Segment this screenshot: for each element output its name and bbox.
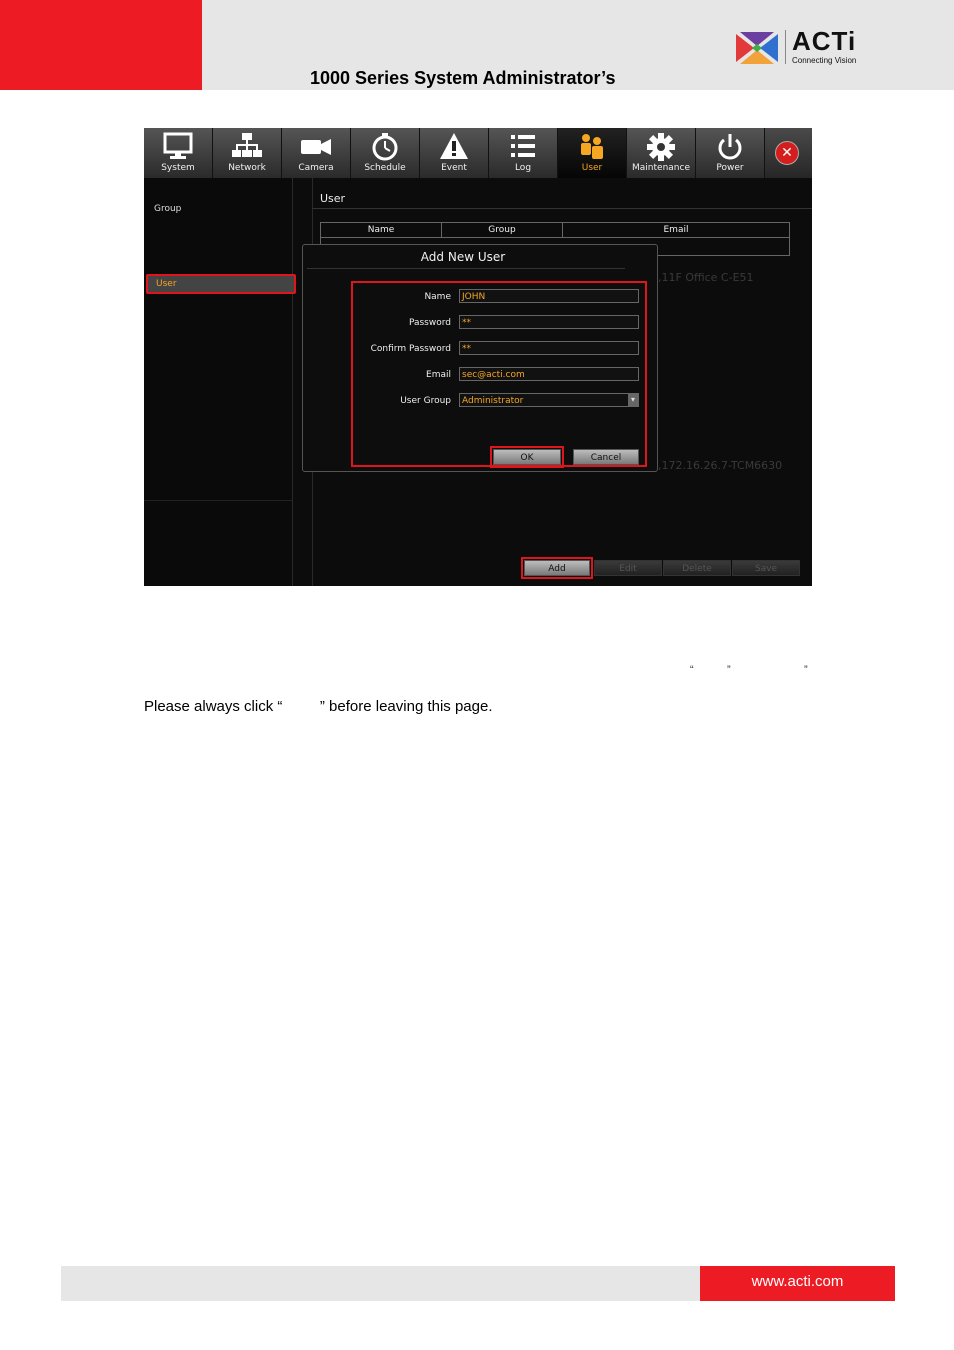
tab-label: User	[581, 163, 603, 173]
form-highlight: Name JOHN Password ** Confirm Password *…	[351, 281, 647, 468]
list-icon	[511, 135, 535, 157]
network-icon	[232, 133, 262, 157]
logo-mark-icon	[736, 32, 778, 64]
ok-button[interactable]: OK	[490, 446, 564, 468]
acti-logo: ACTi Connecting Vision	[734, 26, 874, 68]
monitor-icon	[163, 132, 193, 159]
tab-user[interactable]: User	[558, 128, 627, 178]
column-header-email[interactable]: Email	[563, 223, 789, 238]
email-field[interactable]: sec@acti.com	[459, 367, 639, 381]
gear-icon	[647, 133, 675, 161]
sidebar-item-group[interactable]: Group	[154, 204, 181, 214]
power-icon	[718, 134, 742, 160]
footer-url[interactable]: www.acti.com	[700, 1273, 895, 1290]
logo-divider	[785, 30, 786, 64]
header-red-block	[0, 0, 202, 90]
tab-event[interactable]: Event	[420, 128, 489, 178]
warning-icon	[440, 133, 468, 159]
tab-maintenance[interactable]: Maintenance	[627, 128, 696, 178]
dialog-title: Add New User	[420, 250, 506, 264]
users-icon	[581, 134, 603, 159]
background-text: ,172.16.26.7-TCM6630	[658, 459, 783, 472]
user-group-select[interactable]: Administrator ▾	[459, 393, 639, 407]
tab-label: Log	[514, 163, 532, 173]
email-label: Email	[426, 370, 451, 380]
sidebar-item-label: User	[156, 279, 177, 289]
nvr-screenshot: System Network Camera Schedule Event Log…	[144, 128, 812, 586]
chevron-down-icon[interactable]: ▾	[628, 394, 638, 406]
tab-label: Camera	[298, 163, 334, 173]
quote-mark: ”	[727, 664, 731, 676]
divider	[307, 268, 625, 269]
background-text: ,11F Office C-E51	[658, 271, 754, 284]
top-toolbar: System Network Camera Schedule Event Log…	[144, 128, 812, 178]
document-title: 1000 Series System Administrator’s	[310, 68, 616, 88]
edit-button[interactable]: Edit	[594, 560, 662, 576]
quote-mark: “	[690, 664, 694, 676]
tab-label: Schedule	[364, 163, 406, 173]
confirm-password-field[interactable]: **	[459, 341, 639, 355]
user-group-value: Administrator	[462, 396, 524, 406]
column-header-group[interactable]: Group	[442, 223, 563, 238]
tab-label: Maintenance	[632, 163, 690, 173]
body-sentence: Please always click “ ” before leaving t…	[144, 698, 493, 715]
name-field[interactable]: JOHN	[459, 289, 639, 303]
tab-label: System	[161, 163, 195, 173]
cancel-button[interactable]: Cancel	[573, 449, 639, 465]
name-label: Name	[424, 292, 451, 302]
logo-tagline: Connecting Vision	[792, 56, 857, 65]
confirm-password-label: Confirm Password	[370, 344, 451, 354]
password-label: Password	[408, 318, 451, 328]
clock-icon	[372, 133, 398, 161]
tab-network[interactable]: Network	[213, 128, 282, 178]
sidebar-item-user[interactable]: User	[146, 274, 296, 294]
panel-title: User	[320, 192, 346, 205]
tab-label: Event	[441, 163, 467, 173]
user-group-label: User Group	[400, 396, 451, 406]
column-header-name[interactable]: Name	[321, 223, 442, 238]
close-icon[interactable]: ✕	[775, 141, 799, 165]
divider	[312, 208, 812, 209]
tab-camera[interactable]: Camera	[282, 128, 351, 178]
tab-log[interactable]: Log	[489, 128, 558, 178]
divider	[144, 500, 292, 501]
password-field[interactable]: **	[459, 315, 639, 329]
sidebar: Group User	[144, 178, 296, 586]
tab-power[interactable]: Power	[696, 128, 765, 178]
add-button[interactable]: Add	[521, 557, 593, 579]
save-button[interactable]: Save	[732, 560, 800, 576]
tab-label: Network	[228, 163, 266, 173]
tab-schedule[interactable]: Schedule	[351, 128, 420, 178]
logo-name: ACTi	[792, 26, 857, 56]
tab-label: Power	[716, 163, 744, 173]
add-user-dialog: Add New User Name JOHN Password ** Confi…	[302, 244, 658, 472]
camera-icon	[301, 139, 331, 155]
delete-button[interactable]: Delete	[663, 560, 731, 576]
tab-system[interactable]: System	[144, 128, 213, 178]
quote-mark: ”	[804, 664, 808, 676]
